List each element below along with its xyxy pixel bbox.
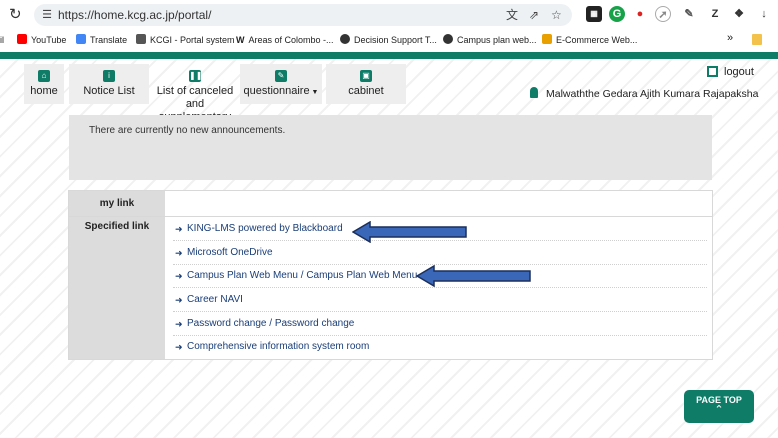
bookmark-ecommerce[interactable]: E-Commerce Web...: [542, 34, 637, 46]
bookmark-translate[interactable]: Translate: [76, 34, 127, 46]
arrow-right-icon: ➜: [175, 248, 183, 258]
caret-down-icon: ▼: [309, 89, 319, 96]
location-pin-icon[interactable]: ●: [632, 6, 648, 22]
announcements-text: There are currently no new announcements…: [89, 125, 286, 136]
nav-home[interactable]: ⌂ home: [24, 64, 64, 104]
link-password-change[interactable]: ➜ Password change / Password change: [173, 313, 707, 336]
bookmark-kcgi[interactable]: KCGI - Portal system: [136, 34, 235, 46]
pause-icon: ❚❚: [189, 70, 203, 82]
download-icon[interactable]: ↓: [756, 6, 772, 22]
puzzle-icon[interactable]: ❖: [731, 6, 747, 22]
user-icon: [530, 87, 538, 98]
arrow-right-icon: ➜: [175, 271, 183, 281]
nav-questionnaire[interactable]: ✎ questionnaire ▼: [240, 64, 322, 104]
bookmark-item[interactable]: il: [0, 34, 4, 46]
translate-icon: [76, 34, 86, 44]
link-onedrive[interactable]: ➜ Microsoft OneDrive: [173, 242, 707, 265]
browser-toolbar: ↻ ☰ https://home.kcg.ac.jp/portal/ 文 ⇗ ☆…: [0, 0, 778, 30]
wikipedia-icon: W: [236, 35, 245, 45]
globe-icon: [340, 34, 350, 44]
link-career-navi[interactable]: ➜ Career NAVI: [173, 289, 707, 312]
site-info-icon[interactable]: ☰: [40, 8, 54, 22]
link-info-system-room[interactable]: ➜ Comprehensive information system room: [173, 336, 707, 359]
grammarly-icon[interactable]: G: [609, 6, 625, 22]
portal-page: ⌂ home i Notice List ❚❚ List of canceled…: [0, 59, 778, 438]
arrow-right-icon: ➜: [175, 295, 183, 305]
annotation-arrow-icon: [352, 221, 467, 243]
bookmark-decision[interactable]: Decision Support T...: [340, 34, 437, 46]
my-link-label: my link: [99, 198, 135, 209]
address-bar[interactable]: ☰ https://home.kcg.ac.jp/portal/ 文 ⇗ ☆: [34, 4, 572, 26]
announcements-box: There are currently no new announcements…: [69, 115, 712, 180]
main-nav: ⌂ home i Notice List ❚❚ List of canceled…: [24, 64, 414, 136]
share-icon[interactable]: ⇗: [529, 7, 539, 23]
logout-link[interactable]: logout: [707, 66, 754, 78]
nav-canceled-classes[interactable]: ❚❚ List of canceled and supplementary cl…: [154, 64, 236, 136]
compass-icon[interactable]: ➚: [655, 6, 671, 22]
bookmarks-more[interactable]: »: [727, 32, 733, 44]
info-icon: i: [103, 70, 115, 82]
kcgi-icon: [136, 34, 146, 44]
extension-grid-icon[interactable]: ▦: [586, 6, 602, 22]
folder-icon[interactable]: [752, 34, 762, 45]
translate-icon[interactable]: 文: [506, 7, 518, 23]
links-panel: my link Specified link ➜ KING-LMS powere…: [68, 190, 713, 360]
drive-icon: [542, 34, 552, 44]
nav-notice-list[interactable]: i Notice List: [69, 64, 149, 104]
z-extension-icon[interactable]: Z: [707, 6, 723, 22]
divider: [69, 216, 712, 217]
youtube-icon: [17, 34, 27, 44]
url-text[interactable]: https://home.kcg.ac.jp/portal/: [58, 7, 211, 23]
arrow-right-icon: ➜: [175, 319, 183, 329]
bookmark-star-icon[interactable]: ☆: [551, 7, 562, 23]
reload-icon[interactable]: ↻: [9, 6, 22, 24]
nav-cabinet[interactable]: ▣ cabinet: [326, 64, 406, 104]
annotation-arrow-icon: [416, 265, 531, 287]
chevron-up-icon: ⌃: [714, 404, 724, 416]
home-icon: ⌂: [38, 70, 50, 82]
cabinet-icon: ▣: [360, 70, 372, 82]
arrow-right-icon: ➜: [175, 224, 183, 234]
page-top-button[interactable]: PAGE TOP ⌃: [684, 390, 754, 423]
eyedropper-icon[interactable]: ✎: [681, 6, 697, 22]
bookmark-youtube[interactable]: YouTube: [17, 34, 66, 46]
specified-link-label: Specified link: [84, 221, 150, 232]
bookmark-campus[interactable]: Campus plan web...: [443, 34, 537, 46]
user-name: Malwaththe Gedara Ajith Kumara Rajapaksh…: [530, 87, 758, 100]
bookmarks-bar: il YouTube Translate KCGI - Portal syste…: [0, 30, 778, 50]
arrow-right-icon: ➜: [175, 342, 183, 352]
edit-icon: ✎: [275, 70, 287, 82]
logout-icon: [707, 66, 718, 77]
header-accent-bar: [0, 52, 778, 59]
globe-icon: [443, 34, 453, 44]
bookmark-areas[interactable]: W Areas of Colombo -...: [236, 34, 334, 46]
